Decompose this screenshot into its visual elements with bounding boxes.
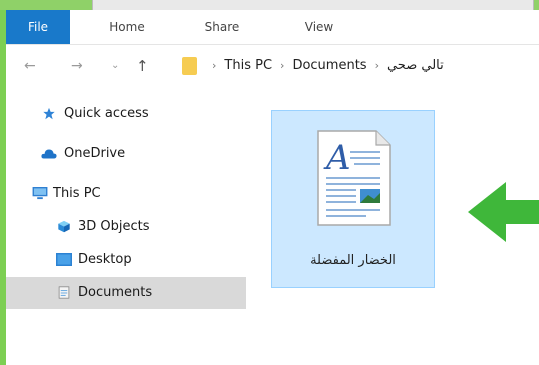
- up-arrow-icon[interactable]: ↑: [136, 45, 149, 87]
- top-strip: [0, 0, 539, 10]
- tab-file[interactable]: File: [6, 10, 70, 44]
- breadcrumb-separator: ›: [374, 59, 379, 72]
- tab-view[interactable]: View: [301, 10, 337, 44]
- breadcrumb[interactable]: › This PC › Documents › تالي صحي: [204, 45, 444, 87]
- recent-locations-icon[interactable]: ⌄: [111, 45, 119, 87]
- file-item[interactable]: A الخضار المفضلة: [271, 110, 435, 288]
- breadcrumb-folder[interactable]: تالي صحي: [387, 58, 444, 73]
- sidebar-item-desktop[interactable]: Desktop: [6, 244, 246, 276]
- svg-text:A: A: [323, 138, 351, 178]
- file-name: الخضار المفضلة: [310, 253, 396, 268]
- sidebar-item-this-pc[interactable]: This PC: [6, 178, 246, 210]
- breadcrumb-documents[interactable]: Documents: [292, 58, 366, 73]
- sidebar-item-label: This PC: [53, 186, 101, 201]
- cloud-icon: [41, 149, 57, 159]
- pointer-arrow-icon: [468, 182, 539, 242]
- breadcrumb-separator: ›: [212, 59, 217, 72]
- file-explorer-window: File Home Share View ← → ⌄ ↑ › This PC › Do…: [6, 10, 539, 365]
- sidebar-item-quick-access[interactable]: Quick access: [6, 98, 246, 130]
- breadcrumb-this-pc[interactable]: This PC: [224, 58, 272, 73]
- documents-icon: [58, 286, 70, 299]
- ribbon: File Home Share View: [6, 10, 539, 45]
- sidebar-item-3d-objects[interactable]: 3D Objects: [6, 211, 246, 243]
- cube-icon: [58, 220, 70, 233]
- top-strip-window: [92, 0, 534, 10]
- star-icon: [43, 107, 55, 120]
- word-document-icon: A: [317, 130, 391, 226]
- sidebar-item-label: OneDrive: [64, 146, 126, 161]
- sidebar-item-label: Documents: [78, 285, 153, 300]
- computer-icon: [32, 187, 48, 200]
- navigation-pane: Quick access OneDrive This PC 3D Objects: [6, 88, 246, 365]
- sidebar-item-documents[interactable]: Documents: [6, 277, 246, 309]
- sidebar-item-label: Desktop: [78, 252, 132, 267]
- breadcrumb-separator: ›: [280, 59, 285, 72]
- sidebar-item-label: 3D Objects: [78, 219, 150, 234]
- address-bar: ← → ⌄ ↑ › This PC › Documents › تالي صحي: [6, 45, 539, 87]
- desktop-icon: [56, 253, 72, 266]
- tab-share[interactable]: Share: [200, 10, 244, 44]
- folder-icon: [182, 57, 197, 75]
- back-icon[interactable]: ←: [24, 45, 36, 87]
- sidebar-item-onedrive[interactable]: OneDrive: [6, 138, 246, 170]
- sidebar-item-label: Quick access: [64, 106, 149, 121]
- forward-icon[interactable]: →: [71, 45, 83, 87]
- tab-home[interactable]: Home: [104, 10, 150, 44]
